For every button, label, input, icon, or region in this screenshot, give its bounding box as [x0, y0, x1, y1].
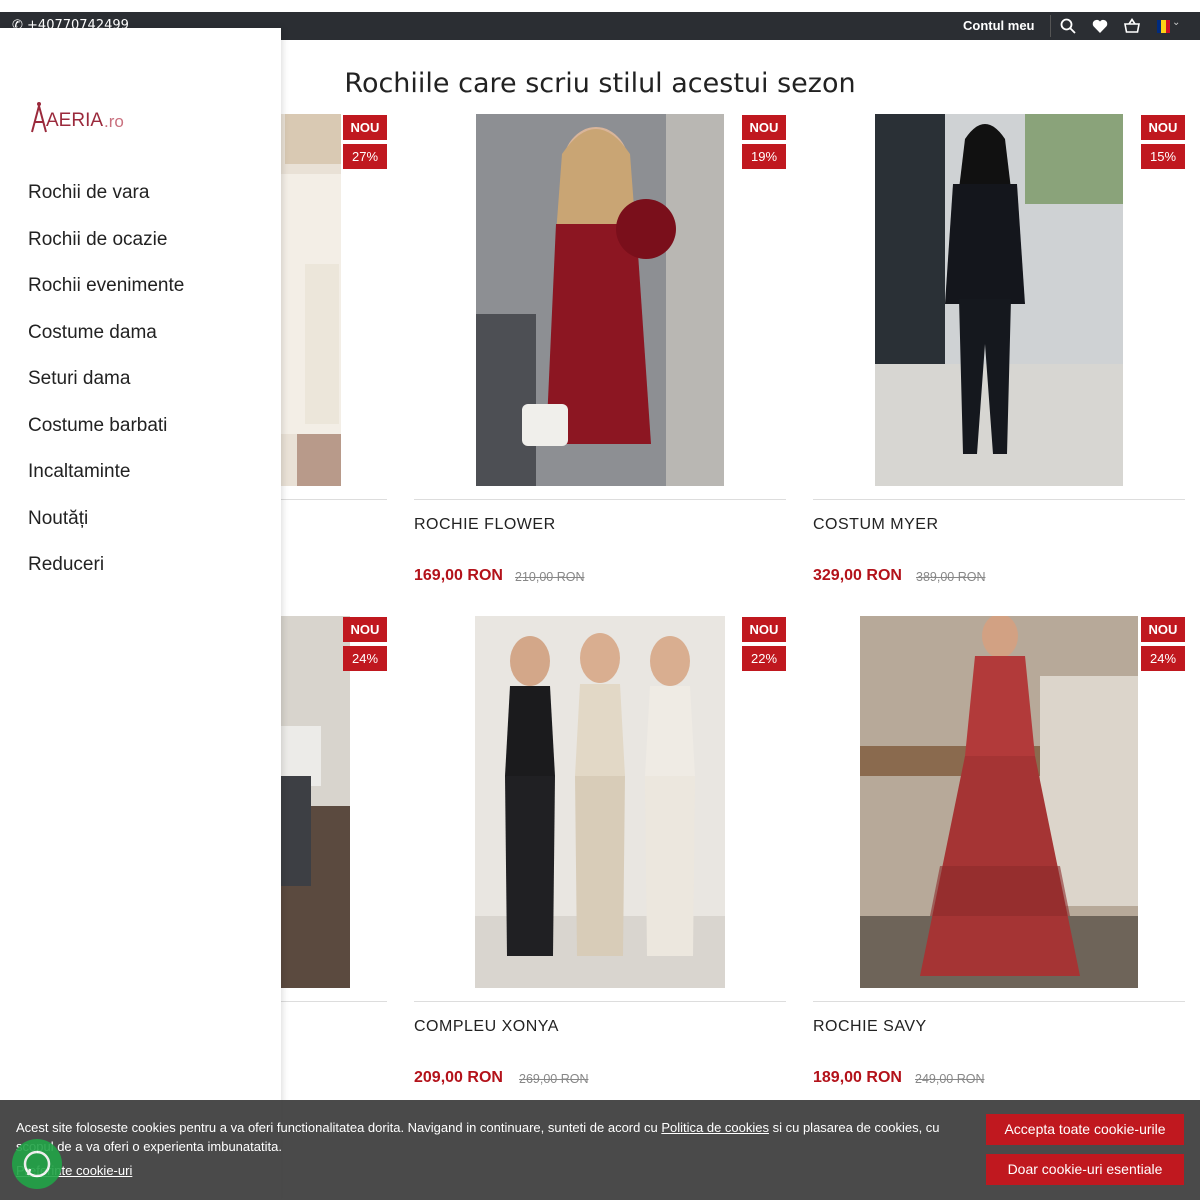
product-old-price: 210,00 RON [515, 570, 585, 584]
new-badge: NOU [742, 115, 786, 140]
product-price: 189,00 RON [813, 1069, 902, 1086]
sidebar-item-rochii-de-ocazie[interactable]: Rochii de ocazie [28, 229, 184, 276]
sidebar-item-incaltaminte[interactable]: Incaltaminte [28, 461, 184, 508]
product-name[interactable]: COSTUM MYER [813, 516, 939, 534]
divider [414, 1001, 786, 1002]
accept-all-cookies-button[interactable]: Accepta toate cookie-urile [986, 1114, 1184, 1145]
cookie-policy-link[interactable]: Politica de cookies [661, 1120, 769, 1135]
chevron-down-icon[interactable]: ⌄ [1172, 17, 1180, 28]
site-logo[interactable]: AERIA .ro [30, 100, 140, 140]
product-old-price: 389,00 RON [916, 570, 986, 584]
product-image[interactable] [476, 114, 724, 486]
sidebar-item-rochii-de-vara[interactable]: Rochii de vara [28, 182, 184, 229]
new-badge: NOU [343, 617, 387, 642]
sidebar-item-costume-barbati[interactable]: Costume barbati [28, 415, 184, 462]
sidebar-item-costume-dama[interactable]: Costume dama [28, 322, 184, 369]
sidebar-item-noutati[interactable]: Noutăți [28, 508, 184, 555]
whatsapp-icon [23, 1150, 51, 1178]
product-image[interactable] [475, 616, 725, 988]
product-old-price: 269,00 RON [519, 1072, 589, 1086]
flag-romania-icon[interactable] [1157, 20, 1170, 33]
search-icon[interactable] [1059, 17, 1077, 35]
divider [1050, 15, 1051, 37]
sidebar-item-reduceri[interactable]: Reduceri [28, 554, 184, 601]
discount-badge: 19% [742, 144, 786, 169]
divider [414, 499, 786, 500]
sidebar-item-rochii-evenimente[interactable]: Rochii evenimente [28, 275, 184, 322]
discount-badge: 24% [1141, 646, 1185, 671]
sidebar-nav: Rochii de vara Rochii de ocazie Rochii e… [28, 182, 184, 601]
whatsapp-button[interactable] [12, 1139, 62, 1189]
new-badge: NOU [1141, 115, 1185, 140]
account-link[interactable]: Contul meu [963, 18, 1035, 33]
basket-icon[interactable] [1123, 17, 1141, 35]
product-old-price: 249,00 RON [915, 1072, 985, 1086]
sidebar-menu: AERIA .ro Rochii de vara Rochii de ocazi… [0, 28, 281, 1200]
product-price: 169,00 RON [414, 567, 503, 584]
divider [813, 1001, 1185, 1002]
new-badge: NOU [343, 115, 387, 140]
essential-cookies-button[interactable]: Doar cookie-uri esentiale [986, 1154, 1184, 1185]
discount-badge: 22% [742, 646, 786, 671]
discount-badge: 15% [1141, 144, 1185, 169]
logo-brand: AERIA [46, 110, 104, 131]
sidebar-item-seturi-dama[interactable]: Seturi dama [28, 368, 184, 415]
product-image[interactable] [860, 616, 1138, 988]
heart-icon[interactable] [1091, 17, 1109, 35]
product-price: 209,00 RON [414, 1069, 503, 1086]
product-price: 329,00 RON [813, 567, 902, 584]
new-badge: NOU [1141, 617, 1185, 642]
cookie-message: Acest site foloseste cookies pentru a va… [16, 1120, 940, 1154]
divider [813, 499, 1185, 500]
product-name[interactable]: ROCHIE SAVY [813, 1018, 927, 1036]
product-image[interactable] [875, 114, 1123, 486]
new-badge: NOU [742, 617, 786, 642]
logo-tld: .ro [104, 112, 124, 131]
product-name[interactable]: COMPLEU XONYA [414, 1018, 559, 1036]
discount-badge: 24% [343, 646, 387, 671]
product-name[interactable]: ROCHIE FLOWER [414, 516, 556, 534]
discount-badge: 27% [343, 144, 387, 169]
cookie-banner: Acest site foloseste cookies pentru a va… [0, 1100, 1200, 1200]
